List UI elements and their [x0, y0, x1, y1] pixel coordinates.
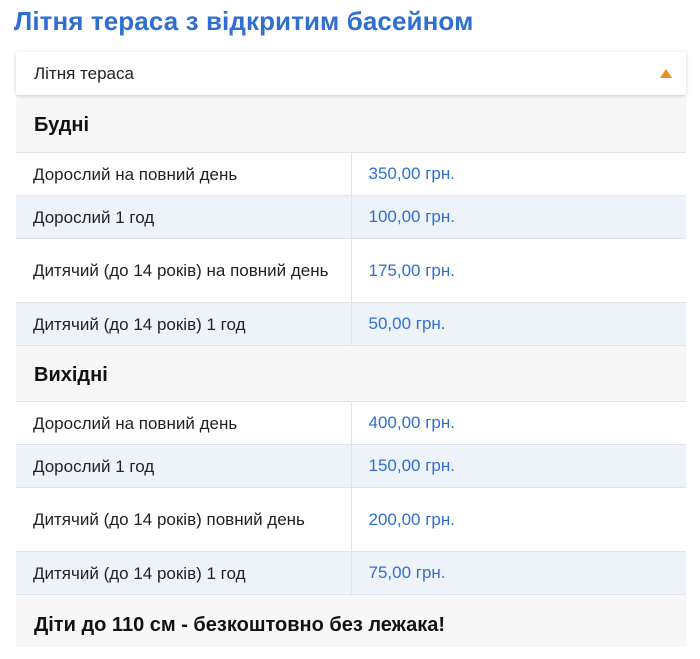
price-label: Дитячий (до 14 років) повний день	[16, 487, 352, 552]
price-value: 100,00 грн.	[351, 195, 686, 239]
price-value: 50,00 грн.	[351, 302, 686, 346]
accordion-header-label: Літня тераса	[34, 64, 134, 83]
price-value: 75,00 грн.	[351, 551, 686, 595]
weekdays-price-table: Дорослий на повний день 350,00 грн. Доро…	[16, 152, 686, 346]
price-label: Дорослий на повний день	[16, 152, 352, 196]
price-label: Дорослий на повний день	[16, 401, 352, 445]
price-value: 400,00 грн.	[351, 401, 686, 445]
table-row: Дорослий на повний день 350,00 грн.	[16, 152, 686, 196]
free-entry-note: Діти до 110 см - безкоштовно без лежака!	[34, 614, 445, 636]
table-row: Дитячий (до 14 років) на повний день 175…	[16, 238, 686, 303]
accordion-header[interactable]: Літня тераса	[16, 52, 686, 95]
price-label: Дорослий 1 год	[16, 195, 352, 239]
table-row: Дорослий 1 год 150,00 грн.	[16, 444, 686, 488]
price-value: 150,00 грн.	[351, 444, 686, 488]
table-row: Дитячий (до 14 років) повний день 200,00…	[16, 487, 686, 552]
chevron-up-icon[interactable]	[660, 69, 672, 78]
weekends-price-table: Дорослий на повний день 400,00 грн. Доро…	[16, 401, 686, 595]
accordion-panel: Літня тераса Будні Дорослий на повний де…	[16, 52, 686, 647]
table-row: Дорослий 1 год 100,00 грн.	[16, 195, 686, 239]
table-row: Дорослий на повний день 400,00 грн.	[16, 401, 686, 445]
weekdays-title: Будні	[34, 114, 90, 136]
table-row: Дитячий (до 14 років) 1 год 75,00 грн.	[16, 551, 686, 595]
price-label: Дорослий 1 год	[16, 444, 352, 488]
price-value: 350,00 грн.	[351, 152, 686, 196]
price-value: 175,00 грн.	[351, 238, 686, 303]
price-label: Дитячий (до 14 років) на повний день	[16, 238, 352, 303]
weekends-title: Вихідні	[34, 364, 108, 386]
page-title: Літня тераса з відкритим басейном	[14, 6, 474, 36]
price-label: Дитячий (до 14 років) 1 год	[16, 551, 352, 595]
price-label: Дитячий (до 14 років) 1 год	[16, 302, 352, 346]
table-row: Дитячий (до 14 років) 1 год 50,00 грн.	[16, 302, 686, 346]
price-value: 200,00 грн.	[351, 487, 686, 552]
